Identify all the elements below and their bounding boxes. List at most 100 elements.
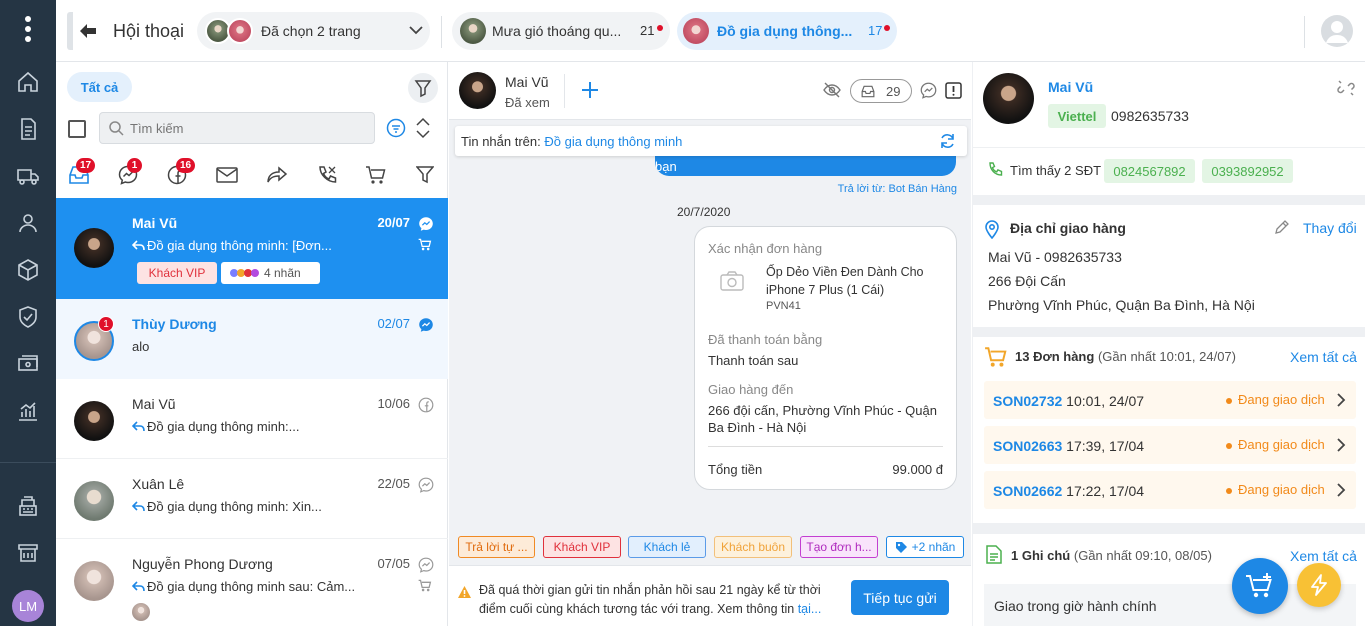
mail-icon[interactable]: [216, 167, 238, 183]
money-icon[interactable]: [16, 352, 40, 376]
quick-action-fab[interactable]: [1297, 563, 1341, 607]
hide-icon[interactable]: [823, 82, 841, 98]
refresh-icon[interactable]: [939, 133, 956, 149]
phone-chip[interactable]: 0393892952: [1202, 159, 1293, 183]
total-value: 99.000 đ: [892, 462, 943, 477]
order-row[interactable]: SON02732 10:01, 24/07 Đang giao dịch: [984, 381, 1356, 419]
see-all-notes-link[interactable]: Xem tất cả: [1290, 548, 1357, 564]
counter-chip[interactable]: 29: [850, 79, 912, 103]
share-icon[interactable]: [266, 166, 288, 184]
quick-tag-wholesale[interactable]: Khách buôn: [714, 536, 792, 558]
user-icon[interactable]: [16, 211, 40, 235]
avatar: [459, 72, 496, 109]
quick-tag-retail[interactable]: Khách lẻ: [628, 536, 706, 558]
quick-tag-create-order[interactable]: Tạo đơn h...: [800, 536, 878, 558]
see-all-orders-link[interactable]: Xem tất cả: [1290, 349, 1357, 365]
truck-icon[interactable]: [16, 164, 40, 188]
order-row[interactable]: SON02662 17:22, 17/04 Đang giao dịch: [984, 471, 1356, 509]
divider: [1304, 16, 1305, 48]
warning-icon: [457, 585, 472, 599]
chevron-right-icon: [1337, 393, 1346, 407]
sort-icon[interactable]: [415, 117, 431, 139]
status-dot: [1226, 488, 1232, 494]
customer-phone: 0982635733: [1111, 108, 1189, 124]
bubble-text: bạn: [655, 159, 677, 174]
bubble-text-value: bạn: [655, 159, 677, 174]
list-filter-icon[interactable]: [386, 118, 406, 138]
more-labels-tag[interactable]: 4 nhãn: [221, 262, 320, 284]
alert-icon[interactable]: [945, 82, 962, 99]
last-message: Đồ gia dụng thông minh sau: Cảm...: [147, 579, 356, 594]
order-code[interactable]: SON02662: [993, 483, 1062, 499]
home-icon[interactable]: [16, 70, 40, 94]
avatar: [74, 561, 114, 601]
chevron-right-icon: [1337, 438, 1346, 452]
chart-icon[interactable]: [16, 399, 40, 423]
back-arrow-icon[interactable]: [78, 22, 98, 40]
status-dot: [1226, 398, 1232, 404]
tab-page-1[interactable]: Mưa gió thoáng qu... 21: [452, 12, 670, 50]
account-avatar-icon[interactable]: [1320, 14, 1354, 48]
select-all-checkbox[interactable]: [68, 120, 86, 138]
conversation-item[interactable]: Nguyễn Phong Dương 07/05 Đồ gia dụng thô…: [56, 539, 448, 626]
cash-register-icon[interactable]: [16, 494, 40, 518]
quick-tag-vip[interactable]: Khách VIP: [543, 536, 621, 558]
conversation-item[interactable]: Xuân Lê 22/05 Đồ gia dụng thông minh: Xi…: [56, 459, 448, 539]
store-icon[interactable]: [16, 541, 40, 565]
search-input[interactable]: [130, 119, 360, 137]
avatar: [74, 228, 114, 268]
cart-icon[interactable]: [365, 165, 387, 185]
conversation-item[interactable]: 1 Thùy Dương 02/07 alo: [56, 299, 448, 379]
messenger-icon: [418, 317, 434, 333]
address-change-link[interactable]: Thay đổi: [1303, 220, 1357, 236]
divider: [973, 147, 1365, 148]
funnel-icon[interactable]: [416, 166, 434, 184]
message-date: 20/07: [377, 215, 410, 230]
left-nav-rail: LM: [0, 0, 56, 626]
source-bar: Tin nhắn trên: Đồ gia dụng thông minh: [455, 126, 967, 156]
source-page-link[interactable]: Đồ gia dụng thông minh: [544, 134, 682, 149]
filter-settings-icon[interactable]: [408, 73, 438, 103]
orders-latest: (Gần nhất 10:01, 24/07): [1097, 349, 1236, 364]
warning-link[interactable]: tại...: [798, 602, 822, 616]
menu-dots-icon[interactable]: [21, 16, 35, 42]
order-info: SON02662 17:22, 17/04: [993, 483, 1144, 499]
source-label-text: Tin nhắn trên:: [461, 134, 541, 149]
messenger-icon[interactable]: [920, 82, 937, 99]
quick-tag-auto-reply[interactable]: Trả lời tự ...: [458, 536, 535, 558]
box-icon[interactable]: [16, 258, 40, 282]
last-message: alo: [132, 339, 150, 354]
phone-chip[interactable]: 0824567892: [1104, 159, 1195, 183]
unlink-icon[interactable]: [1337, 79, 1355, 97]
order-code[interactable]: SON02663: [993, 438, 1062, 454]
page-avatar: [227, 18, 253, 44]
conversation-item[interactable]: Mai Vũ 10/06 Đồ gia dụng thông minh:...: [56, 379, 448, 459]
order-code[interactable]: SON02732: [993, 393, 1062, 409]
messenger-icon: [418, 557, 434, 573]
avatar: [983, 73, 1034, 124]
contact-name: Xuân Lê: [132, 476, 185, 492]
create-order-fab[interactable]: [1232, 558, 1288, 614]
add-icon[interactable]: [579, 79, 601, 101]
reply-from-label: Trả lời từ: Bot Bán Hàng: [837, 183, 957, 195]
message-date: 07/05: [377, 556, 410, 571]
order-row[interactable]: SON02663 17:39, 17/04 Đang giao dịch: [984, 426, 1356, 464]
cart-icon: [984, 346, 1008, 368]
customer-name[interactable]: Mai Vũ: [1048, 79, 1093, 95]
seen-status: Đã xem: [505, 95, 550, 110]
document-icon[interactable]: [16, 117, 40, 141]
more-tags-button[interactable]: +2 nhãn: [886, 536, 964, 558]
shield-icon[interactable]: [16, 305, 40, 329]
user-avatar[interactable]: LM: [12, 590, 44, 622]
edit-icon[interactable]: [1274, 220, 1289, 235]
filter-all-button[interactable]: Tất cả: [67, 72, 132, 102]
continue-send-button[interactable]: Tiếp tục gửi: [851, 580, 949, 615]
contact-name: Nguyễn Phong Dương: [132, 556, 273, 572]
phone-icon: [987, 162, 1003, 178]
phone-call-icon[interactable]: [316, 165, 338, 185]
page-selector[interactable]: Đã chọn 2 trang: [197, 12, 430, 50]
unread-dot: [884, 25, 890, 31]
conversation-item-selected[interactable]: Mai Vũ 20/07 Đồ gia dụng thông minh: [Đơ…: [56, 198, 448, 299]
last-message: Đồ gia dụng thông minh: [Đơn...: [147, 238, 332, 253]
tab-page-2[interactable]: Đồ gia dụng thông... 17: [677, 12, 897, 50]
